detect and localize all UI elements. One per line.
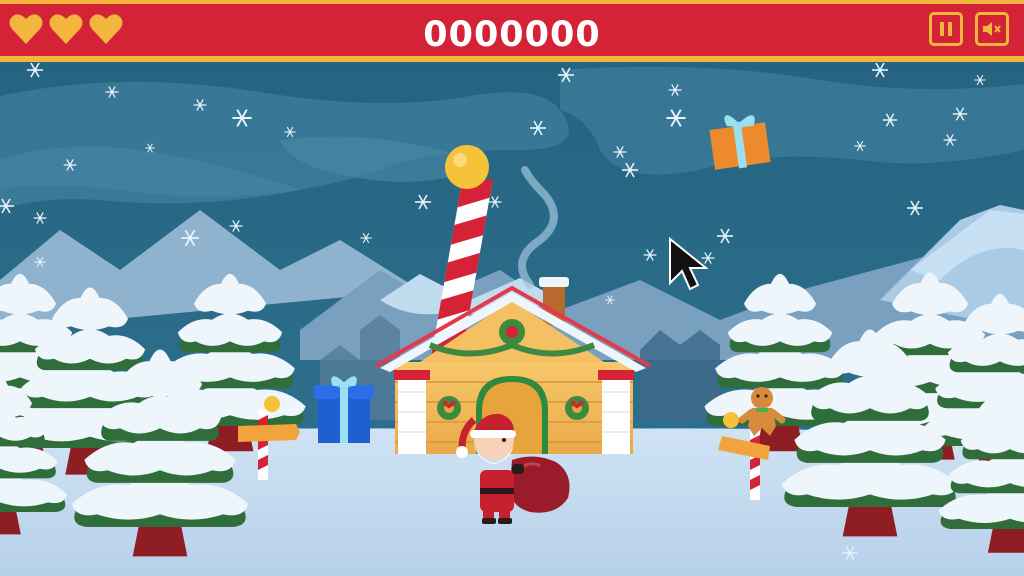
game-scene[interactable] (0, 0, 1024, 576)
score-counter: 0000000 (423, 15, 601, 55)
mute-button[interactable] (975, 12, 1009, 46)
blue-gift-box (314, 376, 374, 443)
pause-icon (940, 22, 952, 36)
hud-bar: 0000000 (0, 0, 1024, 62)
pause-button[interactable] (929, 12, 963, 46)
speaker-muted-icon (983, 22, 1001, 36)
mouse-cursor-icon (669, 237, 708, 291)
